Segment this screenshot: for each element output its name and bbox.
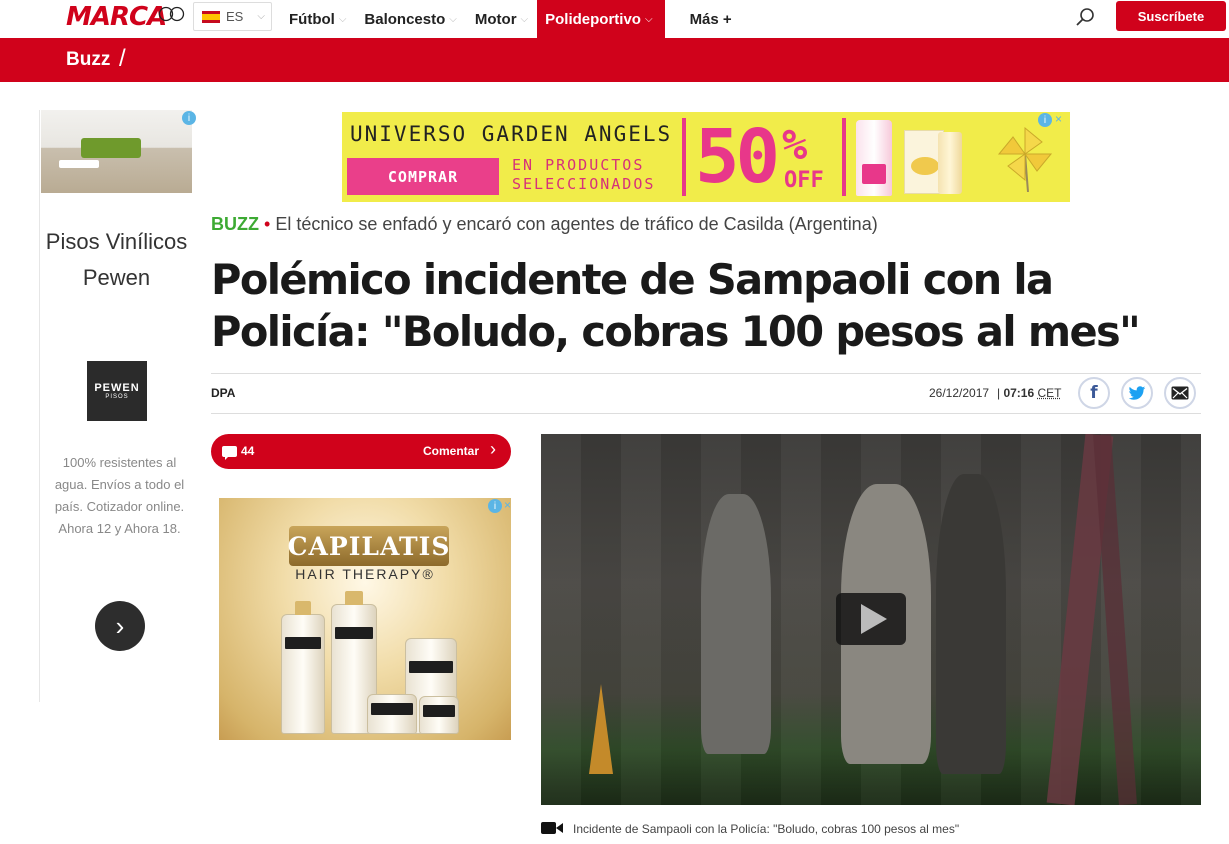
- video-figure: [701, 494, 771, 754]
- nav-item-mas[interactable]: Más +: [681, 0, 741, 38]
- adchoices-icon[interactable]: i: [488, 499, 502, 513]
- ad-brand: CAPILATIS: [288, 526, 449, 566]
- top-banner-ad[interactable]: UNIVERSO GARDEN ANGELS COMPRAR EN PRODUC…: [342, 112, 1070, 202]
- search-icon[interactable]: [1075, 7, 1095, 27]
- banner-discount: 50: [695, 114, 780, 200]
- comments-bar[interactable]: 44 Comentar ›: [211, 434, 511, 469]
- banner-percent-sign: %: [782, 120, 808, 169]
- chevron-down-icon: ⌵: [449, 13, 457, 25]
- chevron-right-icon: ›: [490, 439, 496, 459]
- spain-flag-icon: [202, 10, 220, 23]
- chevron-down-icon: ⌵: [257, 11, 265, 22]
- sofa-shape: [81, 138, 141, 158]
- divider: [211, 373, 1201, 374]
- share-facebook-button[interactable]: f: [1078, 377, 1110, 409]
- kicker-text: El técnico se enfadó y encaró con agente…: [275, 214, 878, 234]
- product-bottle-image: [938, 132, 962, 194]
- adchoices-icon[interactable]: i: [182, 111, 196, 125]
- chevron-right-icon[interactable]: ›: [95, 601, 145, 651]
- banner-off: OFF: [784, 168, 824, 193]
- language-label: ES: [226, 9, 244, 24]
- video-caption: Incidente de Sampaoli con la Policía: "B…: [573, 822, 960, 836]
- nav-item-baloncesto[interactable]: Baloncesto ⌵: [355, 0, 465, 38]
- subscribe-button[interactable]: Suscríbete: [1116, 1, 1226, 31]
- product-tube-image: [856, 120, 892, 196]
- article-headline: Polémico incidente de Sampaoli con la Po…: [211, 255, 1141, 356]
- traffic-cone: [589, 684, 613, 774]
- chevron-down-icon: ⌵: [520, 13, 529, 25]
- comment-bubble-icon: [222, 446, 237, 460]
- article-date: 26/12/2017: [929, 386, 990, 400]
- article-tag[interactable]: BUZZ: [211, 214, 259, 234]
- ad-image[interactable]: [41, 110, 192, 193]
- banner-cta-button[interactable]: COMPRAR: [347, 158, 499, 195]
- nav-item-label: Baloncesto: [364, 10, 446, 28]
- facebook-icon: f: [1090, 383, 1098, 403]
- side-product-ad[interactable]: CAPILATIS HAIR THERAPY® i ×: [219, 498, 511, 740]
- marca-logo[interactable]: MARCA: [66, 2, 167, 32]
- section-title-link[interactable]: Buzz: [66, 49, 110, 71]
- banner-headline: UNIVERSO GARDEN ANGELS: [350, 122, 673, 146]
- logo-rings-icon: [158, 6, 185, 22]
- product-jar-image: [367, 694, 417, 734]
- banner-divider: [842, 118, 846, 196]
- ad-description: 100% resistentes al agua. Envíos a todo …: [54, 455, 185, 536]
- banner-subtext: EN PRODUCTOS SELECCIONADOS: [512, 156, 655, 194]
- video-camera-icon: [541, 822, 563, 834]
- pewen-logo[interactable]: PEWEN PISOS: [87, 361, 147, 421]
- comments-count: 44: [241, 444, 255, 458]
- email-icon: [1171, 386, 1189, 400]
- nav-item-label: Fútbol: [289, 10, 335, 28]
- article-kicker: BUZZ • El técnico se enfadó y encaró con…: [211, 214, 878, 235]
- article-author: DPA: [211, 386, 236, 400]
- nav-item-motor[interactable]: Motor ⌵: [466, 0, 537, 38]
- share-email-button[interactable]: [1164, 377, 1196, 409]
- section-bar: Buzz /: [0, 38, 1229, 82]
- logo-subtext: PISOS: [105, 394, 129, 400]
- divider: [211, 413, 1201, 414]
- nav-item-label: Polideportivo: [545, 10, 641, 28]
- nav-item-label: Más +: [689, 10, 732, 28]
- ad-title[interactable]: Pisos Vinílicos Pewen: [40, 224, 193, 296]
- timezone: CET: [1037, 386, 1062, 400]
- table-shape: [59, 160, 99, 168]
- twitter-icon: [1128, 385, 1146, 400]
- time-value: 07:16: [1003, 386, 1035, 400]
- product-bottle-image: [281, 601, 325, 734]
- nav-item-label: Motor: [474, 10, 517, 28]
- video-player[interactable]: [541, 434, 1201, 805]
- section-separator: /: [119, 45, 126, 72]
- chevron-down-icon: ⌵: [644, 13, 653, 25]
- banner-subtext-line: SELECCIONADOS: [512, 175, 656, 193]
- chevron-down-icon: ⌵: [338, 13, 347, 25]
- article-time: | 07:16 CET: [997, 386, 1062, 400]
- main-nav: Fútbol ⌵ Baloncesto ⌵ Motor ⌵ Polideport…: [280, 0, 741, 38]
- banner-subtext-line: EN PRODUCTOS: [512, 156, 645, 174]
- share-twitter-button[interactable]: [1121, 377, 1153, 409]
- comment-button[interactable]: Comentar: [423, 444, 479, 458]
- pinwheel-icon: [997, 126, 1053, 192]
- video-figure: [936, 474, 1006, 774]
- play-button[interactable]: [836, 593, 906, 645]
- adchoices-icon[interactable]: i: [1038, 113, 1052, 127]
- banner-divider: [682, 118, 686, 196]
- product-jar-image: [419, 696, 459, 734]
- language-selector[interactable]: ES ⌵: [193, 2, 272, 31]
- close-icon[interactable]: ×: [1055, 112, 1062, 126]
- top-navigation-bar: MARCA ES ⌵ Fútbol ⌵ Baloncesto ⌵ Motor ⌵…: [0, 0, 1229, 38]
- kicker-bullet: •: [264, 214, 271, 234]
- nav-item-futbol[interactable]: Fútbol ⌵: [280, 0, 355, 38]
- nav-item-polideportivo[interactable]: Polideportivo ⌵: [537, 0, 665, 38]
- ad-brand-subtitle: HAIR THERAPY®: [295, 566, 435, 582]
- left-sidebar-ad[interactable]: i Pisos Vinílicos Pewen PEWEN PISOS 100%…: [39, 110, 196, 702]
- close-icon[interactable]: ×: [504, 498, 511, 512]
- logo-text: PEWEN: [94, 382, 140, 394]
